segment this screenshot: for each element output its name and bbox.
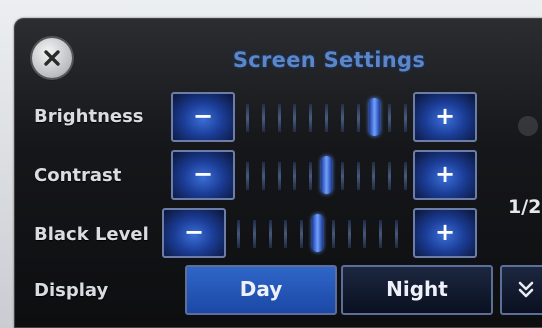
slider-tick bbox=[293, 104, 297, 132]
slider-tick bbox=[261, 162, 265, 190]
double-chevron-down-icon bbox=[518, 281, 534, 298]
slider-tick bbox=[395, 220, 399, 248]
scroll-down-button[interactable] bbox=[500, 265, 542, 315]
slider-tick bbox=[300, 220, 304, 248]
slider-tick bbox=[293, 162, 297, 190]
slider-tick bbox=[245, 104, 249, 132]
display-label: Display bbox=[34, 280, 109, 301]
slider-tick bbox=[356, 162, 360, 190]
slider-tick bbox=[340, 104, 344, 132]
slider-tick bbox=[340, 162, 344, 190]
slider-tick bbox=[372, 162, 376, 190]
slider-tick bbox=[388, 104, 392, 132]
scroll-up-button[interactable] bbox=[508, 106, 542, 146]
brightness-slider[interactable] bbox=[239, 92, 413, 142]
slider-knob[interactable] bbox=[369, 98, 381, 136]
slider-tick bbox=[277, 104, 281, 132]
night-mode-button[interactable]: Night bbox=[341, 265, 493, 315]
slider-tick bbox=[347, 220, 351, 248]
day-mode-button[interactable]: Day bbox=[185, 265, 337, 315]
scroll-up-icon bbox=[518, 116, 538, 136]
slider-tick bbox=[245, 162, 249, 190]
slider-tick bbox=[252, 220, 256, 248]
slider-tick bbox=[277, 162, 281, 190]
contrast-label: Contrast bbox=[34, 165, 122, 186]
slider-tick bbox=[268, 220, 272, 248]
slider-tick bbox=[404, 104, 408, 132]
brightness-decrease-button[interactable]: − bbox=[171, 92, 235, 142]
contrast-decrease-button[interactable]: − bbox=[171, 150, 235, 200]
settings-panel: Screen Settings Brightness − + Contrast … bbox=[14, 18, 542, 328]
black-level-increase-button[interactable]: + bbox=[413, 208, 477, 258]
black-level-label: Black Level bbox=[34, 224, 149, 245]
slider-tick bbox=[388, 162, 392, 190]
slider-tick bbox=[379, 220, 383, 248]
slider-tick bbox=[261, 104, 265, 132]
slider-tick bbox=[325, 104, 328, 132]
slider-tick bbox=[309, 162, 313, 190]
close-button[interactable] bbox=[32, 38, 72, 78]
slider-knob[interactable] bbox=[311, 214, 323, 252]
slider-tick bbox=[236, 220, 240, 248]
slider-tick bbox=[363, 220, 367, 248]
brightness-label: Brightness bbox=[34, 106, 144, 127]
slider-knob[interactable] bbox=[320, 156, 332, 194]
black-level-slider[interactable] bbox=[230, 208, 404, 258]
brightness-increase-button[interactable]: + bbox=[413, 92, 477, 142]
close-icon bbox=[44, 50, 60, 66]
slider-tick bbox=[331, 220, 335, 248]
contrast-increase-button[interactable]: + bbox=[413, 150, 477, 200]
contrast-slider[interactable] bbox=[239, 150, 413, 200]
page-title: Screen Settings bbox=[232, 48, 426, 72]
page-indicator: 1/2 bbox=[508, 196, 542, 218]
slider-tick bbox=[309, 104, 313, 132]
slider-tick bbox=[284, 220, 288, 248]
slider-tick bbox=[356, 104, 360, 132]
slider-tick bbox=[404, 162, 408, 190]
black-level-decrease-button[interactable]: − bbox=[162, 208, 226, 258]
